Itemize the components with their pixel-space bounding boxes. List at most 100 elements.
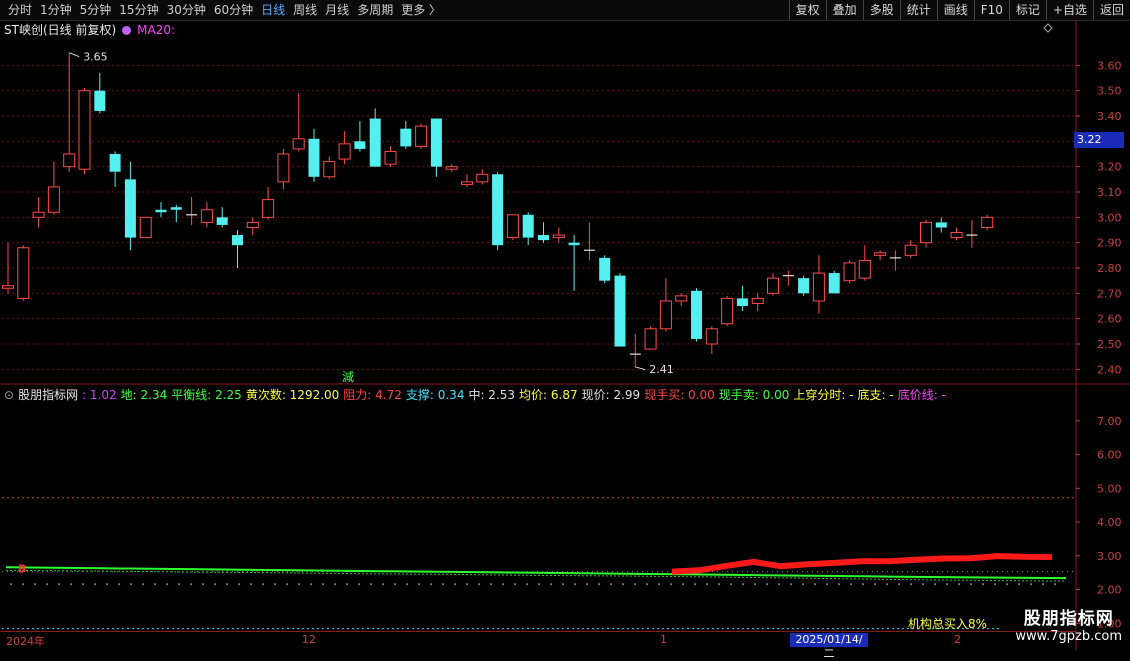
candle-body-up xyxy=(476,173,489,183)
candle-body-down xyxy=(614,275,626,347)
tool-button-3[interactable]: 统计 xyxy=(899,0,937,20)
main-y-tick-label: 2.60 xyxy=(1097,313,1122,326)
candle-body-down xyxy=(798,278,810,294)
indicator-field-6: 中: 2.53 xyxy=(468,388,516,402)
candle-body-down xyxy=(492,174,504,246)
main-y-tick-label: 2.80 xyxy=(1097,262,1122,275)
ind-y-tick-label: 3.00 xyxy=(1097,550,1122,563)
candle-body-down xyxy=(155,209,167,213)
candle-body-down xyxy=(109,154,121,172)
period-tab-10[interactable]: 更多 〉 xyxy=(397,0,445,20)
period-tab-5[interactable]: 60分钟 xyxy=(210,0,257,20)
kline-chart[interactable]: 3.603.503.403.303.203.103.002.902.802.70… xyxy=(0,0,1130,650)
ind-y-tick-label: 7.00 xyxy=(1097,415,1122,428)
tool-button-8[interactable]: 返回 xyxy=(1092,0,1130,20)
ground-line xyxy=(5,566,1067,580)
main-y-tick-label: 3.00 xyxy=(1097,211,1122,224)
high-price-label: 3.65 xyxy=(83,51,108,64)
settings-dot-icon[interactable] xyxy=(122,25,132,35)
tool-button-0[interactable]: 复权 xyxy=(788,0,826,20)
indicator-field-2: 平衡线: 2.25 xyxy=(171,388,242,402)
tool-button-1[interactable]: 叠加 xyxy=(825,0,863,20)
candle-body-up xyxy=(705,328,718,345)
tool-button-2[interactable]: 多股 xyxy=(862,0,900,20)
indicator-field-0: : 1.02 xyxy=(82,388,117,402)
tool-buttons: 复权 叠加 多股 统计 画线 F10 标记 +自选 返回 xyxy=(788,0,1130,20)
main-y-tick-label: 3.60 xyxy=(1097,59,1122,72)
main-y-tick-label: 3.40 xyxy=(1097,110,1122,123)
tool-button-4[interactable]: 画线 xyxy=(936,0,974,20)
candle-body-down xyxy=(828,273,840,294)
candle-body-up xyxy=(246,221,259,228)
candle-body-down xyxy=(232,235,243,246)
watermark-url: www.7gpzb.com xyxy=(1015,629,1122,644)
indicator-field-7: 均价: 6.87 xyxy=(519,388,578,402)
period-tab-2[interactable]: 5分钟 xyxy=(76,0,116,20)
candle-body-up xyxy=(751,297,764,304)
candle-body-up xyxy=(277,153,290,183)
stock-title: ST峡创(日线 前复权) xyxy=(4,23,117,37)
candle-body-down xyxy=(308,138,320,177)
candle-body-down xyxy=(736,298,748,306)
period-tab-8[interactable]: 月线 xyxy=(321,0,353,20)
date-label-2: 2 xyxy=(954,633,961,646)
indicator-field-12: 底支: - xyxy=(857,388,894,402)
indicator-field-3: 黄次数: 1292.00 xyxy=(245,388,340,402)
candle-body-up xyxy=(445,166,458,170)
candle-body-up xyxy=(843,262,856,282)
candle-body-down xyxy=(935,222,947,228)
period-tab-6[interactable]: 日线 xyxy=(257,0,289,20)
buy-marker: B xyxy=(18,562,26,575)
tool-button-6[interactable]: 标记 xyxy=(1008,0,1046,20)
date-label-1: 1 xyxy=(660,633,667,646)
watermark-title: 股朋指标网 xyxy=(1023,609,1114,629)
candle-body-down xyxy=(691,290,702,339)
candle-body-up xyxy=(644,328,657,350)
candle-body-down xyxy=(400,128,412,147)
indicator-field-5: 支撑: 0.34 xyxy=(405,388,465,402)
main-y-tick-label: 3.50 xyxy=(1097,85,1122,98)
period-tab-3[interactable]: 15分钟 xyxy=(115,0,162,20)
ind-y-tick-label: 2.00 xyxy=(1097,584,1122,597)
indicator-field-10: 现手卖: 0.00 xyxy=(718,388,790,402)
candle-body-down xyxy=(94,90,106,111)
candle-body-up xyxy=(2,285,14,289)
candle-body-up xyxy=(292,138,305,150)
candle-body-down xyxy=(369,118,381,167)
price-line xyxy=(671,553,1053,575)
main-chart-title: ST峡创(日线 前复权) MA20: xyxy=(4,22,175,38)
period-tab-7[interactable]: 周线 xyxy=(289,0,321,20)
main-y-tick-label: 3.20 xyxy=(1097,161,1122,174)
period-tab-9[interactable]: 多周期 xyxy=(353,0,397,20)
indicator-name: 股朋指标网 xyxy=(18,388,79,402)
candle-body-up xyxy=(32,211,45,218)
balance-line xyxy=(5,569,1067,582)
reduce-marker: 減 xyxy=(342,369,354,384)
indicator-field-13: 底价线: - xyxy=(897,388,946,402)
cursor-date: 2025/01/14/二 xyxy=(790,633,868,660)
tool-button-7[interactable]: +自选 xyxy=(1045,0,1093,20)
candle-body-up xyxy=(812,272,825,302)
main-y-tick-label: 2.90 xyxy=(1097,237,1122,250)
candle-body-up xyxy=(63,153,76,168)
institution-buy-note: 机构总买入8% xyxy=(908,617,988,631)
indicator-field-8: 现价: 2.99 xyxy=(581,388,641,402)
indicator-title: ⊙ 股朋指标网 : 1.02 地: 2.34 平衡线: 2.25 黄次数: 1292.… xyxy=(4,387,950,403)
ind-y-tick-label: 6.00 xyxy=(1097,449,1122,462)
candle-body-up xyxy=(47,186,60,213)
candle-body-down xyxy=(124,179,136,238)
candle-body-up xyxy=(139,216,152,239)
main-y-tick-label: 3.10 xyxy=(1097,186,1122,199)
period-tab-0[interactable]: 分时 xyxy=(4,0,36,20)
tool-button-5[interactable]: F10 xyxy=(973,0,1009,20)
period-toolbar: 分时 1分钟 5分钟 15分钟 30分钟 60分钟 日线 周线 月线 多周期 更多 〉 复权 叠加 多股… xyxy=(0,0,1130,21)
watermark-logo: 股朋指标网 www.7gpzb.com xyxy=(1015,604,1122,644)
candle-body-up xyxy=(461,181,473,185)
candle-body-up xyxy=(767,277,779,294)
period-tab-4[interactable]: 30分钟 xyxy=(163,0,210,20)
candle-body-up xyxy=(920,221,932,244)
main-y-tick-label: 2.50 xyxy=(1097,338,1122,351)
period-tab-1[interactable]: 1分钟 xyxy=(36,0,76,20)
candle-body-up xyxy=(675,295,688,302)
indicator-settings-icon[interactable]: ⊙ xyxy=(4,387,14,403)
